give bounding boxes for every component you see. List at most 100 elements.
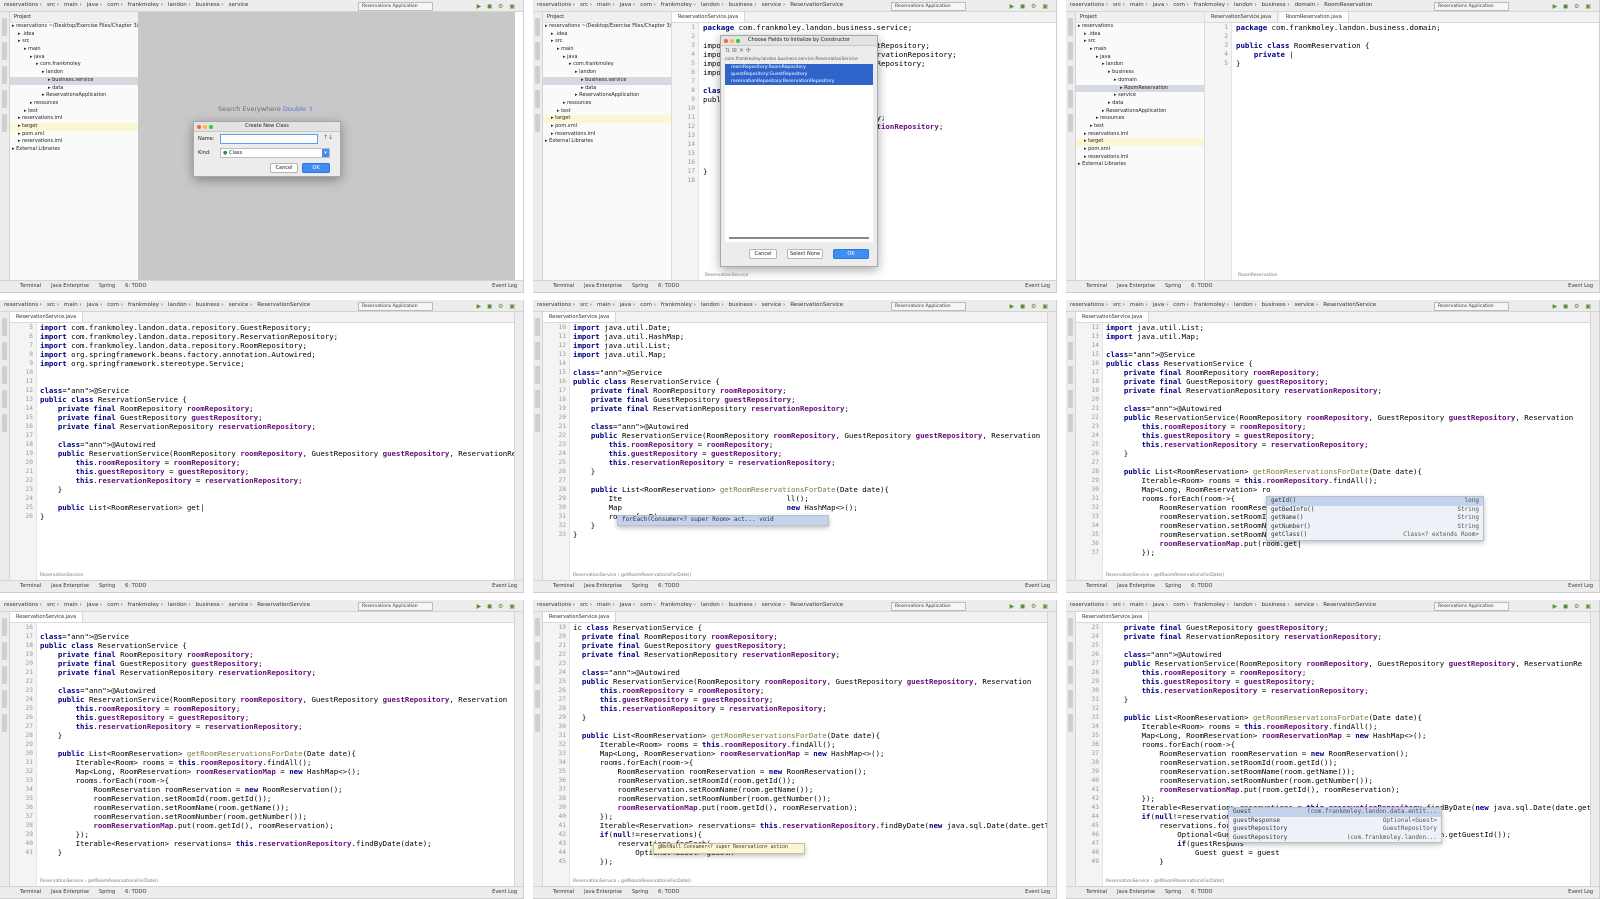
breadcrumb[interactable]: reservations › src › main › java › com › fran… <box>1070 0 1377 11</box>
cancel-button[interactable]: Cancel <box>749 249 777 259</box>
code-line[interactable]: this.guestRepository = guestRepository; <box>1106 677 1591 686</box>
tool-tab[interactable]: 6: TODO <box>658 889 679 895</box>
tab-reservation-service[interactable]: ReservationService.java <box>1205 12 1279 22</box>
code-line[interactable]: } <box>40 512 515 521</box>
completion-item[interactable]: getBedInfo() String <box>1267 506 1483 515</box>
event-log-link[interactable]: Event Log <box>492 581 517 592</box>
code-line[interactable]: rooms.forEach(room->{ <box>1106 740 1591 749</box>
breadcrumb-item[interactable]: reservations › <box>4 2 42 8</box>
breadcrumb[interactable]: reservations › src › main › java › com › fran… <box>537 300 848 311</box>
code-line[interactable]: package com.frankmoley.landon.business.d… <box>1236 23 1591 32</box>
code-line[interactable]: import java.util.List; <box>573 341 1048 350</box>
tree-item[interactable]: ▸ java <box>1076 54 1204 62</box>
breadcrumb-item[interactable]: business › <box>1262 302 1290 308</box>
breadcrumb-item[interactable]: reservations › <box>537 602 575 608</box>
breadcrumb-item[interactable]: frankmoley › <box>128 2 163 8</box>
code-line[interactable]: import com.frankmoley.landon.data.reposi… <box>40 323 515 332</box>
tab-reservation-service[interactable]: ReservationService.java <box>10 612 84 622</box>
breadcrumb-item[interactable]: landon › <box>701 2 724 8</box>
code-line[interactable]: Iterable<Reservation> reservations= this… <box>573 821 1048 830</box>
code-line[interactable]: private final RoomRepository roomReposit… <box>40 404 515 413</box>
tree-item[interactable]: ▸ reservations ~/Desktop/Exercise Files/… <box>543 23 671 31</box>
tool-tab[interactable]: Terminal <box>1086 889 1107 895</box>
code-line[interactable]: }); <box>573 857 1048 866</box>
code-line[interactable] <box>40 740 515 749</box>
code-line[interactable] <box>573 359 1048 368</box>
code-editor[interactable]: package com.frankmoley.landon.business.d… <box>1236 23 1591 280</box>
run-icon[interactable]: ▶ ◼ ⚙ ▣ <box>1010 601 1050 611</box>
breadcrumb-item[interactable]: landon › <box>701 302 724 308</box>
code-line[interactable]: class="ann">@Autowired <box>40 440 515 449</box>
code-line[interactable]: Map<Long, RoomReservation> roomReservati… <box>1106 731 1591 740</box>
code-line[interactable]: private final ReservationRepository rese… <box>1106 632 1591 641</box>
code-line[interactable]: this.roomRepository = roomRepository; <box>1106 422 1591 431</box>
tool-tab[interactable]: 6: TODO <box>125 583 146 589</box>
breadcrumb-item[interactable]: java › <box>620 302 635 308</box>
breadcrumb-item[interactable]: com › <box>107 302 123 308</box>
code-line[interactable]: Iterable<Reservation> reservations= this… <box>40 839 515 848</box>
tool-tab[interactable]: Terminal <box>20 283 41 289</box>
tool-tab[interactable]: Terminal <box>1086 283 1107 289</box>
tree-item[interactable]: ▸ External Libraries <box>1076 161 1204 169</box>
field-item[interactable]: reservationRepository:ReservationReposit… <box>725 78 873 85</box>
code-line[interactable]: public ReservationService(RoomRepository… <box>1106 413 1591 422</box>
sort-toolbar[interactable]: ⇅ ⊞ ✕ ✣ <box>721 46 877 56</box>
code-line[interactable]: public List<RoomReservation> getRoomRese… <box>1106 713 1591 722</box>
breadcrumb-item[interactable]: landon › <box>701 602 724 608</box>
code-line[interactable]: this.guestRepository = guestRepository; <box>1106 431 1591 440</box>
code-line[interactable]: public ReservationService(RoomRepository… <box>1106 659 1591 668</box>
code-line[interactable] <box>40 494 515 503</box>
code-line[interactable]: roomReservation.setRoomName(room.getName… <box>1106 767 1591 776</box>
code-line[interactable]: this.reservationRepository = reservation… <box>1106 686 1591 695</box>
tool-tab[interactable]: Terminal <box>553 583 574 589</box>
run-icon[interactable]: ▶ ◼ ⚙ ▣ <box>477 301 517 311</box>
breadcrumb-item[interactable]: src › <box>1113 602 1125 608</box>
run-config-select[interactable]: Reservations Application <box>1434 602 1509 611</box>
breadcrumb-item[interactable]: com › <box>640 302 656 308</box>
project-header[interactable]: Project <box>1076 12 1204 23</box>
event-log-link[interactable]: Event Log <box>1568 581 1593 592</box>
tree-item[interactable]: ▸ pom.xml <box>1076 146 1204 154</box>
breadcrumb-item[interactable]: java › <box>1153 2 1168 8</box>
code-line[interactable]: } <box>1106 449 1591 458</box>
tree-item[interactable]: ▸ landon <box>1076 61 1204 69</box>
tree-item[interactable]: ▸ main <box>10 46 138 54</box>
breadcrumb-item[interactable]: ReservationService <box>1323 302 1376 308</box>
code-line[interactable]: import org.springframework.stereotype.Se… <box>40 359 515 368</box>
tool-tab[interactable]: Spring <box>632 583 648 589</box>
tool-tab[interactable]: Java Enterprise <box>584 583 622 589</box>
tree-item[interactable]: ▸ java <box>543 54 671 62</box>
breadcrumb-item[interactable]: main › <box>64 302 82 308</box>
breadcrumb-item[interactable]: src › <box>580 2 592 8</box>
tool-tab[interactable]: Spring <box>99 583 115 589</box>
event-log-link[interactable]: Event Log <box>492 887 517 898</box>
tool-tab[interactable]: Java Enterprise <box>1117 283 1155 289</box>
code-line[interactable]: public List<RoomReservation> get| <box>40 503 515 512</box>
run-icon[interactable]: ▶ ◼ ⚙ ▣ <box>1553 301 1593 311</box>
breadcrumb-item[interactable]: business › <box>196 2 224 8</box>
completion-item[interactable]: getName() String <box>1267 514 1483 523</box>
breadcrumb-item[interactable]: main › <box>597 302 615 308</box>
tree-item[interactable]: ▸ com.frankmoley <box>543 61 671 69</box>
breadcrumb-item[interactable]: java › <box>87 2 102 8</box>
breadcrumb-item[interactable]: business › <box>729 2 757 8</box>
completion-item[interactable]: getId() long <box>1267 497 1483 506</box>
code-line[interactable] <box>1106 395 1591 404</box>
breadcrumb-item[interactable]: business › <box>729 602 757 608</box>
tool-tab[interactable]: 6: TODO <box>1191 889 1212 895</box>
tab-room-reservation[interactable]: RoomReservation.java <box>1279 12 1349 22</box>
code-line[interactable]: roomReservationMap.put(room.getId(), roo… <box>40 821 515 830</box>
tree-item[interactable]: ▸ resources <box>1076 115 1204 123</box>
code-line[interactable]: Iterable<Room> rooms = this.roomReposito… <box>1106 722 1591 731</box>
breadcrumb-item[interactable]: service › <box>229 302 253 308</box>
breadcrumb-item[interactable]: business › <box>729 302 757 308</box>
run-config-select[interactable]: Reservations Application <box>358 302 433 311</box>
tree-list[interactable]: ▸ reservations ▸ .idea ▸ src ▸ main ▸ java ▸ … <box>1076 23 1204 169</box>
code-line[interactable]: public List<RoomReservation> getRoomRese… <box>573 485 1048 494</box>
class-name-input[interactable] <box>220 134 318 144</box>
breadcrumb[interactable]: reservations › src › main › java › com › fran… <box>4 0 253 11</box>
tree-item[interactable]: ▸ business.service <box>10 76 138 85</box>
tool-tab[interactable]: 6: TODO <box>1191 583 1212 589</box>
tree-item[interactable]: ▸ reservations ~/Desktop/Exercise Files/… <box>10 23 138 31</box>
code-line[interactable]: this.roomRepository = roomRepository; <box>1106 668 1591 677</box>
